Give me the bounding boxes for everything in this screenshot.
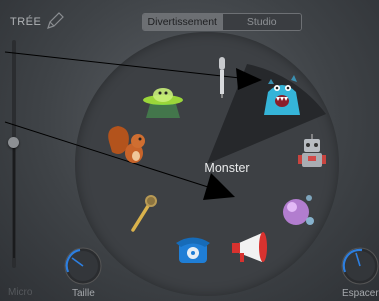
wheel-overlay [4,51,379,285]
selected-voice-label: Monster [204,161,250,175]
spacing-knob-label: Espacer [342,288,379,299]
telephone-icon[interactable] [176,237,210,264]
megaphone-icon[interactable] [232,232,267,262]
squirrel-icon[interactable] [108,126,145,163]
spacing-knob[interactable] [341,247,379,285]
bubble-planet-icon[interactable] [283,195,314,225]
alien-ufo-icon[interactable] [143,88,183,118]
size-knob[interactable] [64,247,102,285]
slim-microphone-icon[interactable] [219,57,225,98]
size-knob-label: Taille [72,288,95,299]
robot-icon[interactable] [298,134,326,167]
faded-mic-label: Micro [8,287,33,298]
golden-microphone-icon[interactable] [131,195,157,232]
